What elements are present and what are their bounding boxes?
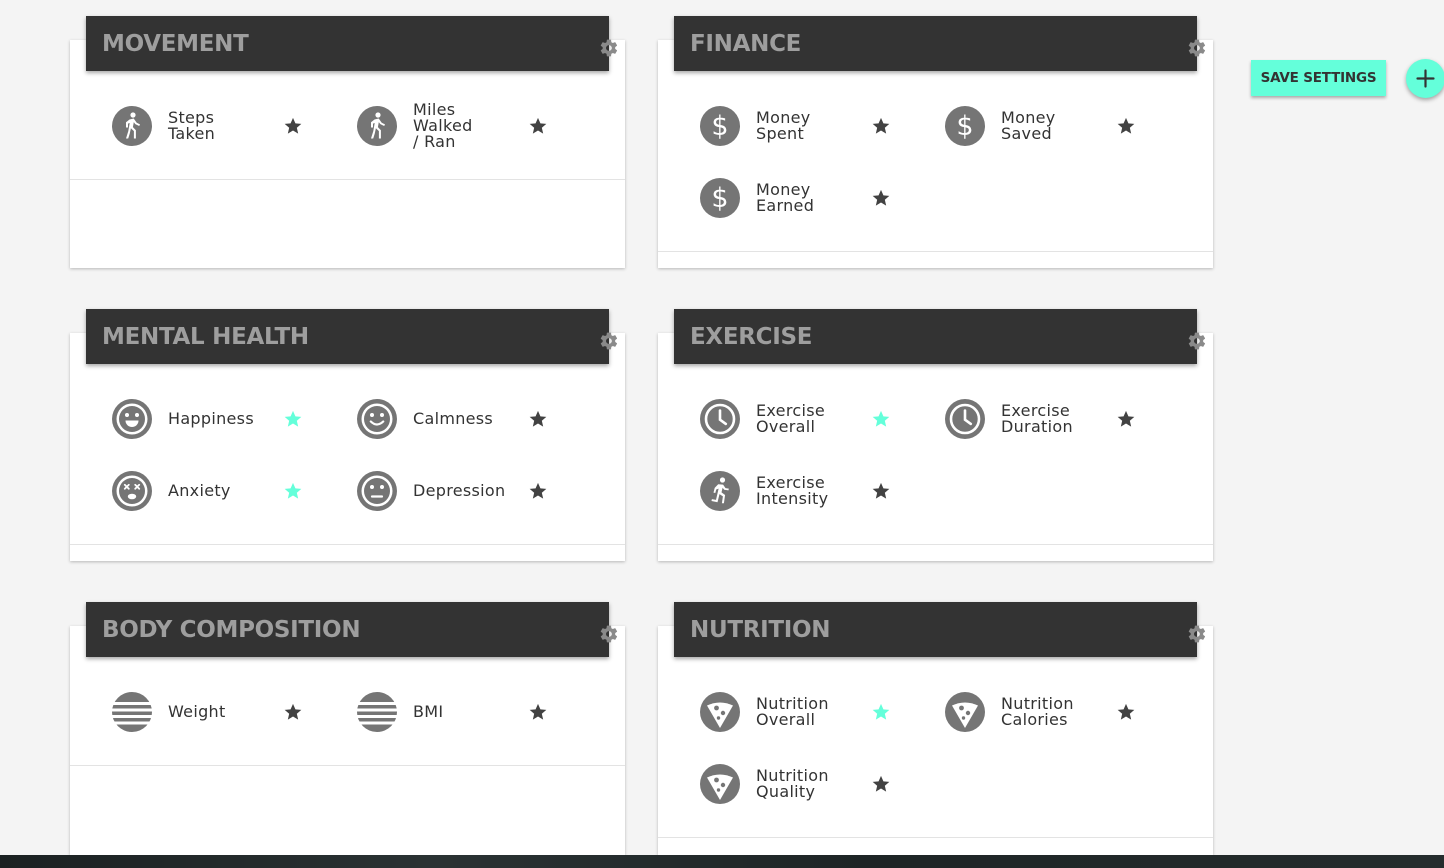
star-icon[interactable] [871, 774, 891, 794]
plus-icon [1416, 69, 1435, 88]
neutral-face-icon [357, 471, 397, 511]
metric-label-line2: / Ran [413, 132, 456, 151]
dollar-icon [945, 106, 985, 146]
metric-label: Money Earned [756, 180, 815, 215]
happy-face-icon [357, 399, 397, 439]
card-title: NUTRITION [690, 617, 831, 643]
metric-label: Calmness [413, 409, 494, 428]
card-divider [70, 765, 625, 766]
running-icon [700, 471, 740, 511]
card-header: EXERCISE [674, 309, 1197, 364]
card-header: NUTRITION [674, 602, 1197, 657]
gear-icon[interactable] [599, 38, 619, 58]
card-title: MENTAL HEALTH [102, 324, 309, 350]
star-icon[interactable] [1116, 409, 1136, 429]
save-settings-button[interactable]: SAVE SETTINGS [1251, 60, 1386, 96]
card-title: MOVEMENT [102, 31, 249, 57]
star-icon-favorited[interactable] [871, 409, 891, 429]
metric-label: Nutrition Quality [756, 762, 829, 806]
star-icon[interactable] [528, 116, 548, 136]
card-title: EXERCISE [690, 324, 813, 350]
metric-label: Steps Taken [168, 108, 216, 143]
metric-label: Exercise Intensity [756, 469, 828, 513]
gear-icon[interactable] [599, 331, 619, 351]
metric-label-line2: Quality [756, 782, 816, 801]
card-divider [70, 179, 625, 180]
card-divider [658, 544, 1213, 545]
background-strip [0, 855, 1444, 868]
card-nutrition: NUTRITION Nutrition Overall Nutrition Ca… [658, 602, 1213, 855]
pizza-icon [945, 692, 985, 732]
very-happy-face-icon [112, 399, 152, 439]
star-icon[interactable] [283, 116, 303, 136]
card-header: BODY COMPOSITION [86, 602, 609, 657]
star-icon-favorited[interactable] [871, 702, 891, 722]
gear-icon[interactable] [1187, 38, 1207, 58]
star-icon[interactable] [283, 702, 303, 722]
card-movement: MOVEMENT Steps Taken Miles Walked / Ran [70, 16, 625, 268]
metric-label-line2: Overall [756, 417, 816, 436]
metric-label: Nutrition Calories [1001, 690, 1074, 734]
metric-label: Weight [168, 702, 226, 721]
star-icon[interactable] [528, 702, 548, 722]
metric-label: Depression [413, 481, 506, 500]
star-icon[interactable] [1116, 116, 1136, 136]
metric-label: Money Spent [756, 108, 811, 143]
metric-label-line2: Calories [1001, 710, 1068, 729]
star-icon[interactable] [1116, 702, 1136, 722]
dollar-icon [700, 178, 740, 218]
walking-icon [357, 106, 397, 146]
metric-label: Miles Walked / Ran [413, 100, 473, 151]
card-finance: FINANCE Money Spent Money Saved Money Ea… [658, 16, 1213, 268]
card-exercise: EXERCISE Exercise Overall Exercise Durat… [658, 309, 1213, 561]
card-divider [658, 837, 1213, 838]
star-icon[interactable] [528, 409, 548, 429]
card-divider [70, 544, 625, 545]
star-icon-favorited[interactable] [283, 409, 303, 429]
gear-icon[interactable] [1187, 331, 1207, 351]
scale-icon [357, 692, 397, 732]
settings-page: MOVEMENT Steps Taken Miles Walked / Ran … [0, 0, 1444, 868]
card-mental-health: MENTAL HEALTH Happiness Calmness Anxiety… [70, 309, 625, 561]
walking-icon [112, 106, 152, 146]
dizzy-face-icon [112, 471, 152, 511]
card-title: FINANCE [690, 31, 802, 57]
metric-label: Nutrition Overall [756, 690, 829, 734]
metric-label: Happiness [168, 409, 254, 428]
metric-label: Anxiety [168, 481, 231, 500]
pizza-icon [700, 764, 740, 804]
star-icon[interactable] [871, 188, 891, 208]
clock-icon [945, 399, 985, 439]
star-icon[interactable] [871, 116, 891, 136]
metric-label: Exercise Duration [1001, 397, 1073, 441]
add-button[interactable] [1406, 59, 1444, 98]
card-header: FINANCE [674, 16, 1197, 71]
card-body-composition: BODY COMPOSITION Weight BMI [70, 602, 625, 855]
metric-label-line2: Duration [1001, 417, 1073, 436]
gear-icon[interactable] [1187, 624, 1207, 644]
star-icon[interactable] [528, 481, 548, 501]
dollar-icon [700, 106, 740, 146]
card-title: BODY COMPOSITION [102, 617, 361, 643]
card-divider [658, 251, 1213, 252]
card-header: MOVEMENT [86, 16, 609, 71]
scale-icon [112, 692, 152, 732]
star-icon[interactable] [871, 481, 891, 501]
card-header: MENTAL HEALTH [86, 309, 609, 364]
metric-label: Money Saved [1001, 108, 1056, 143]
metric-label: BMI [413, 702, 444, 721]
star-icon-favorited[interactable] [283, 481, 303, 501]
clock-icon [700, 399, 740, 439]
metric-label-line1: Miles Walked [413, 100, 473, 135]
metric-label-line2: Intensity [756, 489, 829, 508]
gear-icon[interactable] [599, 624, 619, 644]
pizza-icon [700, 692, 740, 732]
metric-label: Exercise Overall [756, 397, 825, 441]
metric-label-line2: Overall [756, 710, 816, 729]
